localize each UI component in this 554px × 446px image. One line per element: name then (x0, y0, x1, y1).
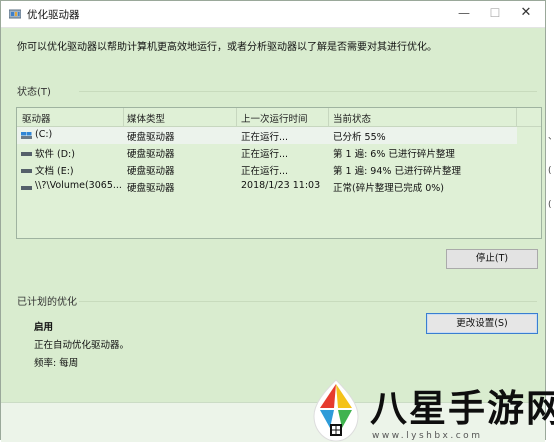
drive-row[interactable]: (C:) 硬盘驱动器 正在运行... 已分析 55% (17, 127, 517, 144)
description-text: 你可以优化驱动器以帮助计算机更高效地运行，或者分析驱动器以了解是否需要对其进行优… (17, 42, 437, 53)
column-header-last-run[interactable]: 上一次运行时间 (241, 111, 308, 125)
media-type: 硬盘驱动器 (127, 166, 175, 177)
drive-name: 软件 (D:) (35, 149, 75, 160)
close-button[interactable]: ✕ (511, 4, 541, 22)
maximize-button[interactable]: ☐ (480, 4, 510, 22)
optimize-drives-window: 优化驱动器 — ☐ ✕ 你可以优化驱动器以帮助计算机更高效地运行，或者分析驱动器… (0, 0, 546, 442)
drive-icon (21, 186, 32, 190)
current-status: 第 1 遍: 6% 已进行碎片整理 (333, 149, 455, 160)
schedule-detail: 正在自动优化驱动器。 (34, 340, 130, 351)
column-separator[interactable] (516, 108, 517, 126)
stop-button[interactable]: 停止(T) (446, 249, 538, 269)
column-separator[interactable] (328, 108, 329, 126)
window-title: 优化驱动器 (27, 9, 80, 21)
drive-icon (21, 152, 32, 156)
current-status: 正常(碎片整理已完成 0%) (333, 183, 445, 194)
watermark-url: www.lyshbx.com (372, 431, 483, 441)
last-run-time: 正在运行... (241, 132, 289, 143)
minimize-button[interactable]: — (449, 4, 479, 22)
media-type: 硬盘驱动器 (127, 149, 175, 160)
drive-row[interactable]: \\?\Volume(3065... 硬盘驱动器 2018/1/23 11:03… (17, 178, 517, 195)
status-section-label: 状态(T) (17, 87, 51, 98)
drive-row[interactable]: 软件 (D:) 硬盘驱动器 正在运行... 第 1 遍: 6% 已进行碎片整理 (17, 144, 517, 161)
column-separator[interactable] (236, 108, 237, 126)
schedule-state: 启用 (34, 322, 54, 333)
system-drive-icon (21, 132, 32, 139)
edge-mark: ( (548, 200, 552, 210)
last-run-time: 正在运行... (241, 166, 289, 177)
drive-name: \\?\Volume(3065... (35, 180, 122, 191)
change-settings-button[interactable]: 更改设置(S) (426, 313, 538, 334)
media-type: 硬盘驱动器 (127, 132, 175, 143)
column-separator[interactable] (123, 108, 124, 126)
defrag-app-icon (9, 9, 21, 19)
last-run-time: 正在运行... (241, 149, 289, 160)
drive-name: (C:) (35, 129, 53, 140)
last-run-time: 2018/1/23 11:03 (241, 180, 321, 191)
drive-row[interactable]: 文档 (E:) 硬盘驱动器 正在运行... 第 1 遍: 94% 已进行碎片整理 (17, 161, 517, 178)
site-logo-icon (313, 379, 359, 442)
title-bar: 优化驱动器 — ☐ ✕ (1, 1, 545, 28)
drive-icon (21, 169, 32, 173)
media-type: 硬盘驱动器 (127, 183, 175, 194)
site-watermark: 八星手游网 www.lyshbx.com (302, 378, 554, 446)
drive-name: 文档 (E:) (35, 166, 74, 177)
background-edge-text: 、 ( ( (548, 120, 554, 222)
column-header-drive[interactable]: 驱动器 (22, 111, 51, 125)
current-status: 第 1 遍: 94% 已进行碎片整理 (333, 166, 461, 177)
scheduled-divider (79, 301, 537, 302)
scheduled-section-label: 已计划的优化 (17, 297, 77, 308)
schedule-frequency: 频率: 每周 (34, 358, 79, 369)
edge-mark: ( (548, 166, 552, 176)
current-status: 已分析 55% (333, 132, 386, 143)
watermark-title: 八星手游网 (370, 387, 554, 430)
drive-list[interactable]: 驱动器 媒体类型 上一次运行时间 当前状态 (C:) 硬盘驱动器 正在运行...… (16, 107, 542, 239)
edge-mark: 、 (548, 120, 554, 154)
column-header-current-status[interactable]: 当前状态 (333, 111, 371, 125)
drive-list-header: 驱动器 媒体类型 上一次运行时间 当前状态 (17, 108, 541, 127)
status-divider (79, 91, 537, 92)
column-header-media-type[interactable]: 媒体类型 (127, 111, 165, 125)
